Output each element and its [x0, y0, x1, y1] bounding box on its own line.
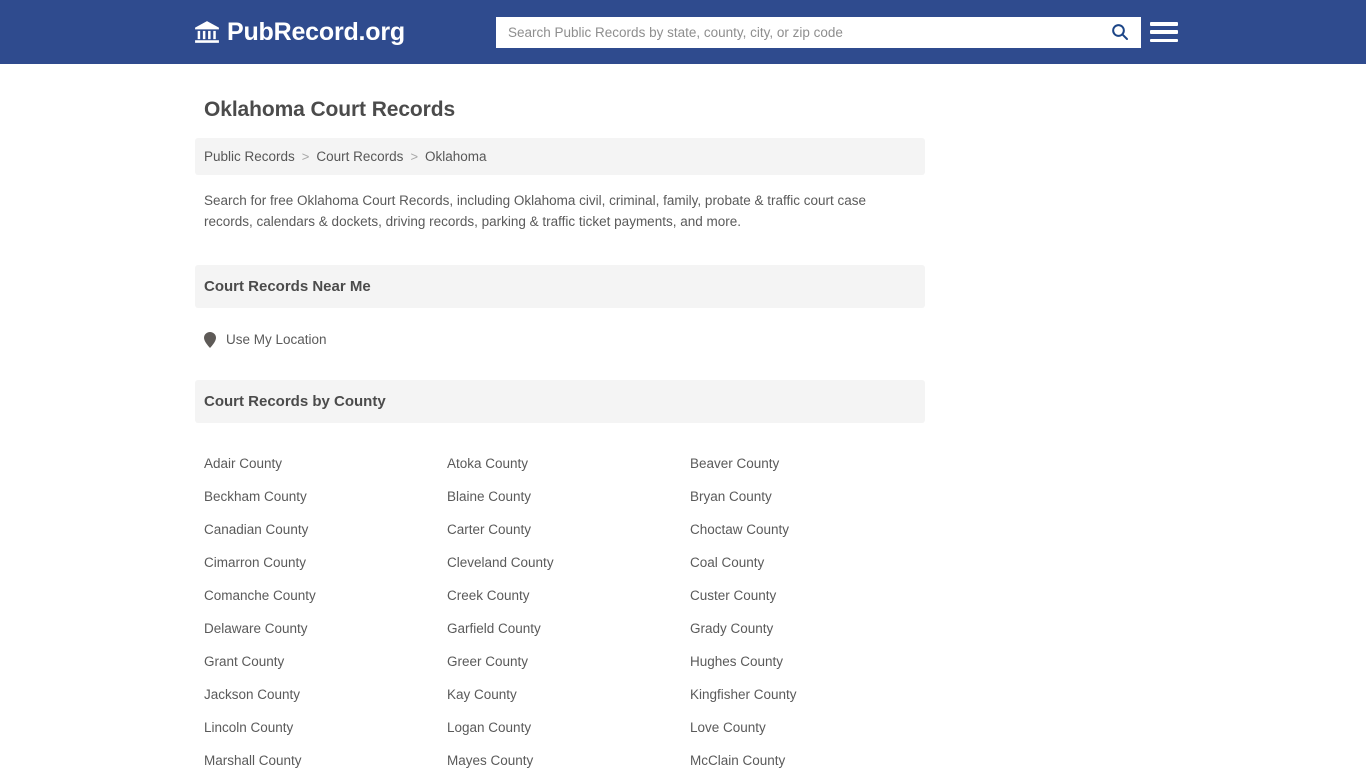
search-bar [496, 16, 1141, 48]
breadcrumb-item-court-records[interactable]: Court Records [316, 149, 403, 164]
map-pin-icon [204, 331, 216, 348]
county-link[interactable]: Logan County [438, 711, 681, 744]
county-link[interactable]: Bryan County [681, 480, 924, 513]
hamburger-menu-button[interactable] [1150, 19, 1178, 45]
county-link[interactable]: Canadian County [195, 513, 438, 546]
county-link[interactable]: Carter County [438, 513, 681, 546]
county-link[interactable]: Greer County [438, 645, 681, 678]
county-link[interactable]: Cimarron County [195, 546, 438, 579]
breadcrumb-item-public-records[interactable]: Public Records [204, 149, 295, 164]
site-logo-text: PubRecord.org [227, 17, 405, 46]
section-heading-by-county: Court Records by County [195, 379, 925, 423]
county-list: Adair County Atoka County Beaver County Bec… [195, 447, 925, 768]
search-input[interactable] [496, 16, 1099, 48]
county-link[interactable]: Coal County [681, 546, 924, 579]
use-my-location-link[interactable]: Use My Location [226, 332, 327, 347]
county-link[interactable]: Cleveland County [438, 546, 681, 579]
use-my-location-row: Use My Location [204, 331, 925, 348]
search-icon [1110, 22, 1130, 42]
county-link[interactable]: Choctaw County [681, 513, 924, 546]
site-logo-link[interactable]: PubRecord.org [194, 18, 405, 47]
breadcrumb-item-oklahoma: Oklahoma [425, 149, 487, 164]
county-link[interactable]: Marshall County [195, 744, 438, 768]
county-link[interactable]: Lincoln County [195, 711, 438, 744]
county-link[interactable]: Adair County [195, 447, 438, 480]
breadcrumb-separator: > [301, 149, 310, 164]
county-link[interactable]: McClain County [681, 744, 924, 768]
county-link[interactable]: Comanche County [195, 579, 438, 612]
page-title: Oklahoma Court Records [204, 98, 456, 121]
page-description: Search for free Oklahoma Court Records, … [204, 193, 867, 229]
county-link[interactable]: Hughes County [681, 645, 924, 678]
content-container: Oklahoma Court Records Public Records > … [195, 98, 925, 768]
county-link[interactable]: Custer County [681, 579, 924, 612]
hamburger-menu-icon [1150, 38, 1178, 42]
hamburger-menu-icon [1150, 22, 1178, 26]
search-button[interactable] [1099, 16, 1141, 48]
page-body: Oklahoma Court Records Public Records > … [0, 64, 1366, 768]
county-link[interactable]: Kay County [438, 678, 681, 711]
site-header: PubRecord.org [0, 0, 1366, 64]
county-link[interactable]: Kingfisher County [681, 678, 924, 711]
county-link[interactable]: Mayes County [438, 744, 681, 768]
county-link[interactable]: Grady County [681, 612, 924, 645]
county-link[interactable]: Jackson County [195, 678, 438, 711]
county-link[interactable]: Garfield County [438, 612, 681, 645]
hamburger-menu-icon [1150, 30, 1178, 34]
county-link[interactable]: Atoka County [438, 447, 681, 480]
section-heading-near-me: Court Records Near Me [195, 264, 925, 308]
county-link[interactable]: Creek County [438, 579, 681, 612]
county-link[interactable]: Love County [681, 711, 924, 744]
breadcrumb: Public Records > Court Records > Oklahom… [195, 138, 925, 175]
breadcrumb-separator: > [410, 149, 419, 164]
county-link[interactable]: Blaine County [438, 480, 681, 513]
county-link[interactable]: Delaware County [195, 612, 438, 645]
bank-building-icon [194, 19, 220, 45]
county-link[interactable]: Beaver County [681, 447, 924, 480]
county-link[interactable]: Grant County [195, 645, 438, 678]
county-link[interactable]: Beckham County [195, 480, 438, 513]
